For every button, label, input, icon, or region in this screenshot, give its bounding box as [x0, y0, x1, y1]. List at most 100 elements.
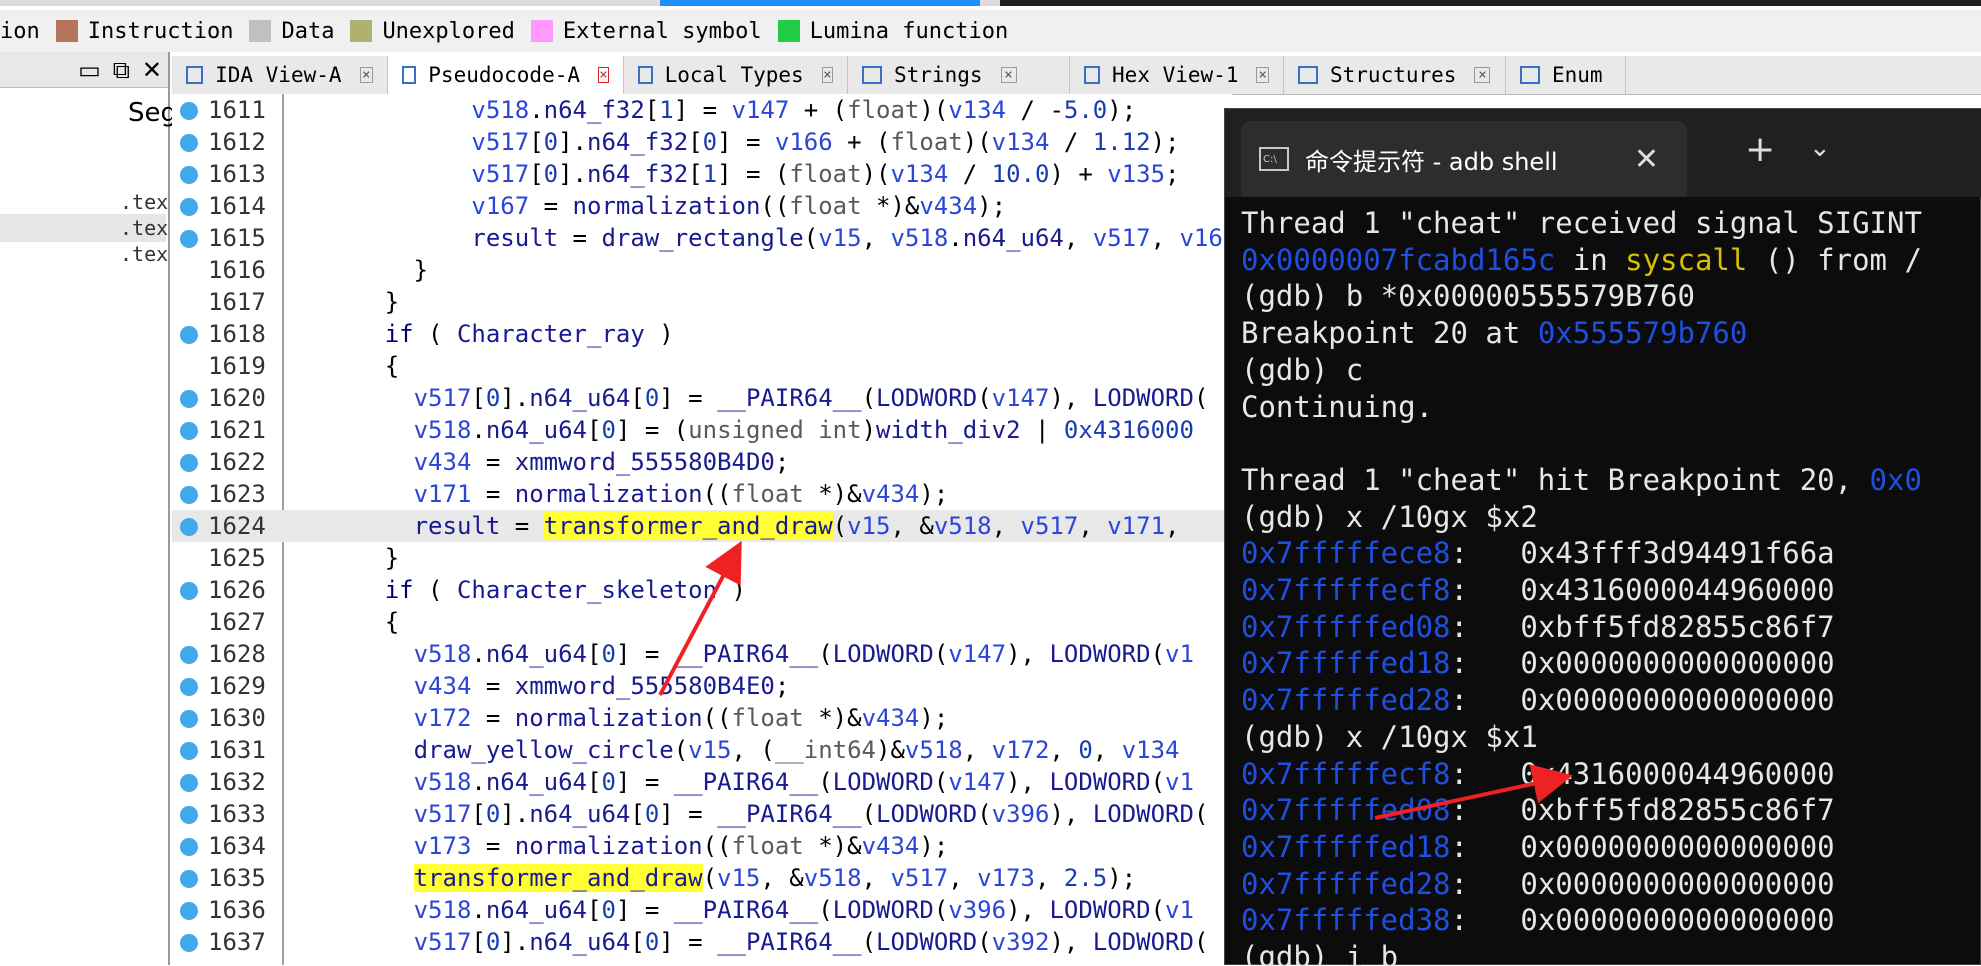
code-text: v173 = normalization((float *)&v434); — [413, 832, 949, 860]
tab-close-icon[interactable]: × — [598, 67, 609, 83]
code-line[interactable]: 1625} — [172, 542, 1232, 574]
terminal-tab-close-icon[interactable]: ✕ — [1634, 142, 1659, 177]
code-line[interactable]: 1629 v434 = xmmword_555580B4E0; — [172, 670, 1232, 702]
pseudocode-view[interactable]: 1611 v518.n64_f32[1] = v147 + (float)(v13… — [172, 94, 1232, 965]
code-line[interactable]: 1614 v167 = normalization((float *)&v434)… — [172, 190, 1232, 222]
tab-close-icon[interactable]: × — [1000, 67, 1017, 83]
terminal-line: Continuing. — [1241, 389, 1433, 426]
code-line[interactable]: 1617} — [172, 286, 1232, 318]
tab-close-icon[interactable]: × — [1256, 67, 1269, 83]
breakpoint-dot-icon[interactable] — [180, 742, 198, 760]
code-line[interactable]: 1616} — [172, 254, 1232, 286]
breakpoint-dot-icon[interactable] — [180, 230, 198, 248]
new-tab-icon[interactable]: + — [1745, 129, 1775, 170]
breakpoint-dot-icon[interactable] — [180, 326, 198, 344]
tab-pseudocode-a[interactable]: Pseudocode-A × — [388, 56, 624, 94]
line-number: 1616 — [208, 256, 266, 284]
code-line[interactable]: 1619 { — [172, 350, 1232, 382]
breakpoint-dot-icon[interactable] — [180, 102, 198, 120]
code-line[interactable]: 1613 v517[0].n64_f32[1] = (float)(v134 / … — [172, 158, 1232, 190]
code-line[interactable]: 1636 v518.n64_u64[0] = __PAIR64__(LODWORD… — [172, 894, 1232, 926]
segment-row[interactable]: .tex — [120, 216, 168, 240]
restore-icon[interactable]: ⧉ — [113, 56, 130, 84]
code-line[interactable]: 1635 transformer_and_draw(v15, &v518, v51… — [172, 862, 1232, 894]
terminal-segment: Thread 1 "cheat" received signal SIGINT — [1241, 206, 1922, 240]
code-line[interactable]: 1612 v517[0].n64_f32[0] = v166 + (float)(… — [172, 126, 1232, 158]
legend-item: Data — [249, 19, 334, 44]
breakpoint-dot-icon[interactable] — [180, 902, 198, 920]
breakpoint-dot-icon[interactable] — [180, 134, 198, 152]
breakpoint-dot-icon[interactable] — [180, 166, 198, 184]
code-line[interactable]: 1611 v518.n64_f32[1] = v147 + (float)(v13… — [172, 94, 1232, 126]
minimize-icon[interactable]: ▭ — [78, 56, 101, 84]
breakpoint-dot-icon[interactable] — [180, 774, 198, 792]
legend-item: External symbol — [530, 19, 762, 44]
tab-close-icon[interactable]: × — [1474, 67, 1491, 83]
breakpoint-dot-icon[interactable] — [180, 582, 198, 600]
line-number: 1630 — [208, 704, 266, 732]
breakpoint-dot-icon[interactable] — [180, 806, 198, 824]
code-line[interactable]: 1628 v518.n64_u64[0] = __PAIR64__(LODWORD… — [172, 638, 1232, 670]
line-number: 1614 — [208, 192, 266, 220]
tab-hex-view-1[interactable]: Hex View-1 × — [1070, 56, 1284, 94]
tab-close-icon[interactable]: × — [359, 67, 373, 83]
terminal-segment: 0x0 — [1869, 462, 1922, 497]
code-line[interactable]: 1631 draw_yellow_circle(v15, (__int64)&v5… — [172, 734, 1232, 766]
code-line[interactable]: 1618 if ( Character_ray ) — [172, 318, 1232, 350]
code-line[interactable]: 1615 result = draw_rectangle(v15, v518.n6… — [172, 222, 1232, 254]
code-line[interactable]: 1620 v517[0].n64_u64[0] = __PAIR64__(LODW… — [172, 382, 1232, 414]
code-line[interactable]: 1630 v172 = normalization((float *)&v434)… — [172, 702, 1232, 734]
terminal-line: (gdb) c — [1241, 352, 1363, 389]
code-line[interactable]: 1624 result = transformer_and_draw(v15, &… — [172, 510, 1232, 542]
terminal-segment: : 0xbff5fd82855c86f7 — [1450, 793, 1835, 828]
terminal-tab[interactable]: C:\ 命令提示符 - adb shell ✕ — [1241, 121, 1687, 197]
segment-row[interactable]: .tex — [120, 242, 168, 266]
breakpoint-dot-icon[interactable] — [180, 454, 198, 472]
terminal-segment: (gdb) x /10gx $x2 — [1241, 499, 1538, 534]
code-line[interactable]: 1634 v173 = normalization((float *)&v434)… — [172, 830, 1232, 862]
code-text: v518.n64_u64[0] = __PAIR64__(LODWORD(v39… — [413, 896, 1194, 924]
code-line[interactable]: 1626 if ( Character_skeleton ) — [172, 574, 1232, 606]
code-line[interactable]: 1633 v517[0].n64_u64[0] = __PAIR64__(LODW… — [172, 798, 1232, 830]
breakpoint-dot-icon[interactable] — [180, 870, 198, 888]
breakpoint-dot-icon[interactable] — [180, 518, 198, 536]
terminal-segment: 0x7fffffed18 — [1241, 646, 1451, 681]
tab-ida-view-a[interactable]: IDA View-A × — [172, 56, 388, 94]
tab-local-types[interactable]: Local Types × — [624, 56, 848, 94]
code-line[interactable]: 1622 v434 = xmmword_555580B4D0; — [172, 446, 1232, 478]
close-icon[interactable]: ✕ — [142, 56, 162, 84]
legend-label: Data — [281, 18, 335, 44]
terminal-window[interactable]: C:\ 命令提示符 - adb shell ✕ + ⌄ Thread 1 "ch… — [1224, 108, 1981, 966]
segment-row[interactable]: .tex — [120, 190, 168, 214]
breakpoint-dot-icon[interactable] — [180, 710, 198, 728]
code-line[interactable]: 1627 { — [172, 606, 1232, 638]
line-number: 1613 — [208, 160, 266, 188]
terminal-line: 0x7fffffed28: 0x0000000000000000 — [1241, 866, 1835, 903]
code-text: v517[0].n64_f32[0] = v166 + (float)(v134… — [471, 128, 1180, 156]
tab-label: Pseudocode-A — [428, 63, 580, 87]
code-line[interactable]: 1623 v171 = normalization((float *)&v434)… — [172, 478, 1232, 510]
tab-enum[interactable]: Enum — [1506, 56, 1626, 94]
breakpoint-dot-icon[interactable] — [180, 934, 198, 952]
line-number: 1634 — [208, 832, 266, 860]
breakpoint-dot-icon[interactable] — [180, 486, 198, 504]
code-line[interactable]: 1632 v518.n64_u64[0] = __PAIR64__(LODWORD… — [172, 766, 1232, 798]
terminal-segment: (gdb) i b — [1241, 940, 1399, 966]
breakpoint-dot-icon[interactable] — [180, 678, 198, 696]
breakpoint-dot-icon[interactable] — [180, 646, 198, 664]
breakpoint-dot-icon[interactable] — [180, 422, 198, 440]
breakpoint-dot-icon[interactable] — [180, 390, 198, 408]
legend-label: Unexplored — [382, 18, 515, 44]
tab-close-icon[interactable]: × — [821, 67, 833, 83]
code-line[interactable]: 1621 v518.n64_u64[0] = (unsigned int)widt… — [172, 414, 1232, 446]
code-line[interactable]: 1637 v517[0].n64_u64[0] = __PAIR64__(LODW… — [172, 926, 1232, 958]
tab-structures[interactable]: Structures × — [1284, 56, 1506, 94]
terminal-output[interactable]: Thread 1 "cheat" received signal SIGINT 0… — [1241, 205, 1981, 966]
terminal-line: 0x7fffffed28: 0x0000000000000000 — [1241, 682, 1835, 719]
terminal-segment: Thread 1 "cheat" hit Breakpoint 20, — [1241, 462, 1870, 497]
terminal-segment: 0x7fffffed28 — [1241, 683, 1451, 718]
breakpoint-dot-icon[interactable] — [180, 198, 198, 216]
chevron-down-icon[interactable]: ⌄ — [1809, 133, 1831, 163]
breakpoint-dot-icon[interactable] — [180, 838, 198, 856]
tab-strings[interactable]: Strings × — [848, 56, 1070, 94]
